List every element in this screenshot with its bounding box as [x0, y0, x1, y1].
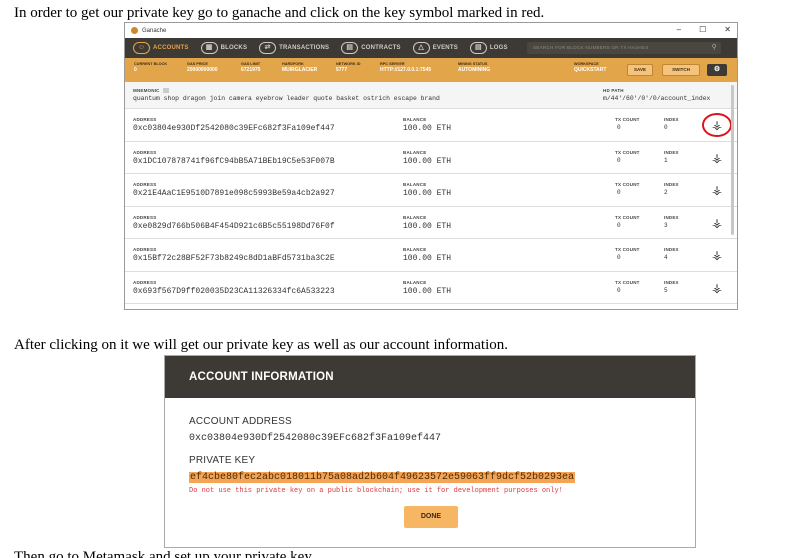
account-balance: 100.00 ETH — [403, 156, 452, 166]
account-balance: 100.00 ETH — [403, 286, 452, 296]
account-index: 0 — [664, 124, 668, 131]
mnemonic-panel: MNEMONIC quantum shop dragon join camera… — [125, 82, 737, 109]
info-icon — [163, 88, 170, 94]
ganache-window: Ganache – ☐ ✕ ☺ ACCOUNTS ▦ BLOCKS ⇄ TRAN… — [124, 22, 738, 310]
account-address: 0x693f567D9ff020035D23CA11326334fc6A5332… — [133, 286, 335, 296]
search-icon: ⚲ — [711, 44, 717, 51]
private-key-value[interactable]: ef4cbe80fec2abc018011b75a08ad2b604f49623… — [189, 472, 576, 483]
mnemonic-label: MNEMONIC — [133, 88, 170, 94]
rpc-server-stat: RPC SERVER HTTP://127.0.0.1:7545 — [380, 62, 432, 73]
intro-paragraph: In order to get our private key go to ga… — [14, 5, 545, 21]
scrollbar[interactable] — [731, 85, 734, 235]
account-tx-count: 0 — [617, 156, 621, 164]
hd-path-value: m/44'/60'/0'/0/account_index — [603, 95, 711, 102]
account-row: ADDRESS 0x693f567D9ff020035D23CA11326334… — [125, 271, 737, 304]
account-address-value: 0xc03804e930Df2542080c39EFc682f3Fa109ef4… — [189, 433, 442, 444]
account-balance: 100.00 ETH — [403, 221, 452, 231]
account-address: 0xc03804e930Df2542080c39EFc682f3Fa109ef4… — [133, 124, 335, 133]
account-balance: 100.00 ETH — [403, 124, 452, 133]
maximize-icon[interactable]: ☐ — [699, 25, 706, 34]
key-icon[interactable]: ⚶ — [710, 216, 724, 230]
next-paragraph: Then go to Metamask and set up your priv… — [14, 549, 315, 558]
nav-transactions[interactable]: ⇄ TRANSACTIONS — [259, 42, 329, 54]
account-address: 0x21E4AaC1E9510D7891e098c5993Be59a4cb2a9… — [133, 189, 335, 198]
nav-blocks[interactable]: ▦ BLOCKS — [200, 42, 248, 54]
account-index: 5 — [664, 286, 668, 294]
info-bar: CURRENT BLOCK 0 GAS PRICE 20000000000 GAS … — [125, 58, 737, 82]
account-row: ADDRESS 0x21E4AaC1E9510D7891e098c5993Be5… — [125, 174, 737, 207]
account-row: ADDRESS 0x1DC107878741f96fC94bB5A71BEb19… — [125, 141, 737, 174]
minimize-icon[interactable]: – — [677, 25, 681, 34]
private-key-label: PRIVATE KEY — [189, 455, 256, 466]
ganache-logo-icon — [131, 27, 138, 34]
main-nav: ☺ ACCOUNTS ▦ BLOCKS ⇄ TRANSACTIONS ▤ CON… — [125, 38, 737, 58]
hardfork-stat: HARDFORK MUIRGLACIER — [282, 62, 318, 73]
account-tx-count: 0 — [617, 286, 621, 294]
switch-button[interactable]: SWITCH — [662, 64, 700, 76]
gas-limit-stat: GAS LIMIT 6721975 — [241, 62, 261, 73]
workspace-stat: WORKSPACE QUICKSTART — [574, 62, 607, 73]
hd-path-label: HD PATH — [603, 88, 624, 93]
key-icon[interactable]: ⚶ — [710, 183, 724, 197]
highlight-circle — [702, 113, 732, 137]
window-title: Ganache — [142, 27, 167, 34]
blocks-icon: ▦ — [200, 42, 218, 54]
account-row: ADDRESS 0x15Bf72c28BF52F73b8249c8dD1aBFd… — [125, 239, 737, 272]
account-tx-count: 0 — [617, 221, 621, 229]
accounts-icon: ☺ — [133, 42, 150, 54]
nav-contracts[interactable]: ▤ CONTRACTS — [341, 42, 401, 54]
logs-icon: ▤ — [469, 42, 487, 54]
account-balance: 100.00 ETH — [403, 189, 452, 198]
done-button[interactable]: DONE — [404, 506, 458, 528]
close-icon[interactable]: ✕ — [724, 25, 731, 34]
current-block-stat: CURRENT BLOCK 0 — [134, 62, 168, 73]
account-balance: 100.00 ETH — [403, 254, 452, 263]
mining-status-stat: MINING STATUS AUTOMINING — [458, 62, 491, 73]
save-button[interactable]: SAVE — [627, 64, 653, 76]
account-tx-count: 0 — [617, 189, 621, 196]
nav-accounts[interactable]: ☺ ACCOUNTS — [133, 42, 189, 54]
contracts-icon: ▤ — [341, 42, 359, 54]
account-row: ADDRESS 0xe0829d766b506B4F454D921c6B5c55… — [125, 206, 737, 239]
account-index: 2 — [664, 189, 668, 196]
account-row: ADDRESS 0xc03804e930Df2542080c39EFc682f3… — [125, 109, 737, 142]
gear-icon[interactable]: ⚙ — [707, 64, 727, 76]
modal-title: ACCOUNT INFORMATION — [165, 356, 695, 398]
account-address: 0x15Bf72c28BF52F73b8249c8dD1aBFd5731ba3C… — [133, 254, 335, 263]
account-index: 4 — [664, 254, 668, 261]
account-index: 3 — [664, 221, 668, 229]
gas-price-stat: GAS PRICE 20000000000 — [187, 62, 218, 73]
account-address: 0xe0829d766b506B4F454D921c6B5c55198Dd76F… — [133, 221, 335, 231]
account-index: 1 — [664, 156, 668, 164]
key-icon[interactable]: ⚶ — [710, 151, 724, 165]
mnemonic-value: quantum shop dragon join camera eyebrow … — [133, 95, 440, 102]
account-info-modal: ACCOUNT INFORMATION ACCOUNT ADDRESS 0xc0… — [164, 355, 696, 548]
search-input[interactable]: SEARCH FOR BLOCK NUMBERS OR TX HASHES ⚲ — [527, 42, 721, 54]
window-titlebar: Ganache – ☐ ✕ — [125, 23, 737, 38]
events-icon: △ — [412, 42, 430, 54]
nav-logs[interactable]: ▤ LOGS — [469, 42, 508, 54]
transactions-icon: ⇄ — [259, 42, 277, 54]
account-address-label: ACCOUNT ADDRESS — [189, 416, 292, 427]
network-id-stat: NETWORK ID 5777 — [336, 62, 361, 73]
key-icon[interactable]: ⚶ — [710, 281, 724, 295]
account-tx-count: 0 — [617, 254, 621, 261]
private-key-warning: Do not use this private key on a public … — [189, 487, 563, 495]
account-address: 0x1DC107878741f96fC94bB5A71BEb19C5e53F00… — [133, 156, 335, 166]
after-paragraph: After clicking on it we will get our pri… — [14, 337, 509, 353]
key-icon[interactable]: ⚶ — [710, 248, 724, 262]
nav-events[interactable]: △ EVENTS — [412, 42, 458, 54]
account-tx-count: 0 — [617, 124, 621, 131]
accounts-list: ADDRESS 0xc03804e930Df2542080c39EFc682f3… — [125, 109, 737, 304]
